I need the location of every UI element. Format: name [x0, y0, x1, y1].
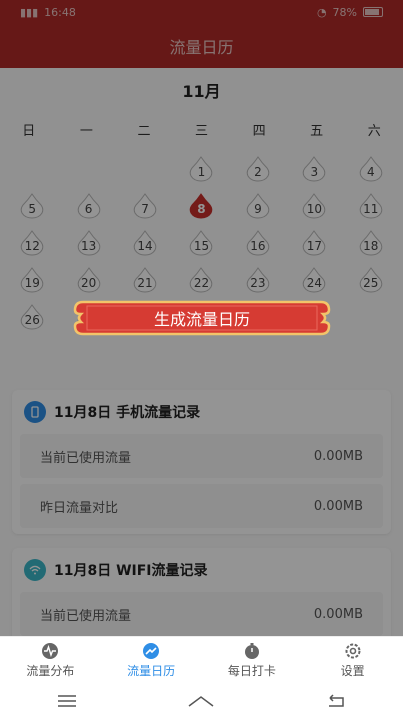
home-nav-button[interactable] [181, 689, 221, 713]
home-icon [189, 696, 214, 707]
menu-icon [58, 695, 77, 707]
back-icon [328, 694, 344, 707]
tab-daily-checkin[interactable]: 每日打卡 [202, 637, 303, 684]
menu-nav-button[interactable] [47, 689, 87, 713]
system-nav-bar [0, 684, 403, 718]
bottom-tab-bar: 流量分布 流量日历 每日打卡 设置 [0, 636, 403, 684]
tab-label: 每日打卡 [227, 664, 276, 678]
trend-icon [142, 642, 160, 660]
tab-label: 流量日历 [127, 664, 176, 678]
generate-calendar-label: 生成流量日历 [153, 310, 250, 329]
tab-traffic-calendar[interactable]: 流量日历 [101, 637, 202, 684]
tab-label: 设置 [340, 664, 365, 678]
tab-settings[interactable]: 设置 [302, 637, 403, 684]
back-nav-button[interactable] [316, 689, 356, 713]
pulse-icon [41, 642, 59, 660]
stopwatch-icon [243, 642, 261, 660]
tab-traffic-distribution[interactable]: 流量分布 [0, 637, 101, 684]
generate-calendar-button[interactable]: 生成流量日历 [73, 296, 331, 340]
tab-label: 流量分布 [26, 664, 75, 678]
gear-icon [344, 642, 362, 660]
